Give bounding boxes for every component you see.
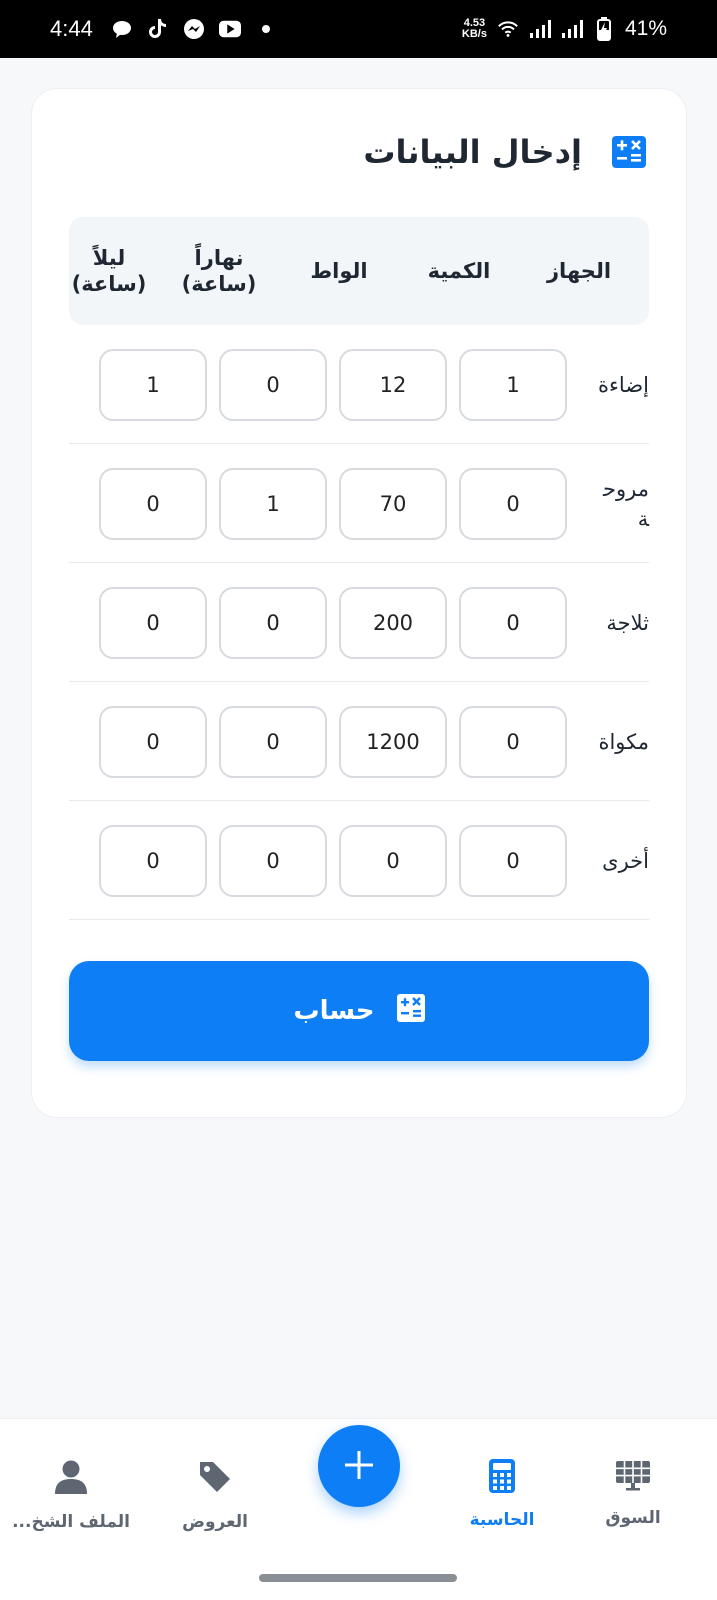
nav-calculator-label: الحاسبة	[469, 1510, 535, 1530]
nav-profile-label: الملف الشخ...	[12, 1512, 130, 1532]
row-label: مروحة	[603, 476, 649, 531]
status-time: 4:44	[50, 16, 93, 41]
nav-offers[interactable]: العروض	[150, 1459, 280, 1539]
tiktok-icon	[147, 18, 169, 40]
header-watt: الواط	[310, 259, 368, 283]
header-night-line1: ليلاً	[92, 246, 126, 270]
quantity-input[interactable]	[459, 825, 567, 897]
device-row-lighting: إضاءة	[69, 325, 649, 444]
table-header: الجهاز الكمية الواط نهاراً (ساعة) ليلاً …	[69, 217, 649, 325]
watt-input[interactable]	[339, 468, 447, 540]
night-hours-input[interactable]	[99, 706, 207, 778]
signal-icon-2	[561, 18, 583, 40]
network-speed: 4.53 KB/s	[462, 18, 487, 40]
header-night-hours: ليلاً (ساعة)	[59, 217, 159, 325]
status-right: 4.53 KB/s 41%	[462, 17, 667, 41]
status-bar: 4:44 4.53 KB/s 41%	[0, 0, 717, 58]
watt-input[interactable]	[339, 587, 447, 659]
night-hours-input[interactable]	[99, 825, 207, 897]
day-hours-input[interactable]	[219, 825, 327, 897]
day-hours-input[interactable]	[219, 468, 327, 540]
day-hours-input[interactable]	[219, 587, 327, 659]
nav-offers-label: العروض	[182, 1512, 248, 1532]
grid-icon	[614, 1459, 652, 1496]
device-row-other: أخرى	[69, 801, 649, 920]
card-title-row: إدخال البيانات	[363, 133, 646, 171]
nav-market-label: السوق	[605, 1508, 661, 1528]
wifi-icon	[497, 18, 519, 40]
net-speed-unit: KB/s	[461, 28, 487, 40]
messenger-icon	[183, 18, 205, 40]
day-hours-input[interactable]	[219, 349, 327, 421]
youtube-icon	[218, 18, 241, 40]
chat-bubble-icon	[111, 18, 133, 40]
dot-icon	[255, 18, 277, 40]
header-quantity: الكمية	[427, 259, 491, 283]
home-indicator[interactable]	[259, 1574, 457, 1582]
night-hours-input[interactable]	[99, 349, 207, 421]
data-entry-card: إدخال البيانات الجهاز الكمية الواط نهارا…	[31, 88, 687, 1118]
device-row-fan: مروحة	[69, 444, 649, 563]
nav-market[interactable]: السوق	[568, 1459, 698, 1539]
calculator-icon	[612, 136, 646, 168]
header-device: الجهاز	[546, 259, 612, 283]
battery-percent: 41%	[624, 17, 667, 40]
signal-icon-1	[529, 18, 551, 40]
battery-charging-icon	[593, 17, 615, 41]
plus-icon	[342, 1448, 376, 1485]
watt-input[interactable]	[339, 706, 447, 778]
quantity-input[interactable]	[459, 587, 567, 659]
header-day-line2: (ساعة)	[181, 272, 257, 296]
row-label: أخرى	[602, 848, 649, 873]
device-rows: إضاءة مروحة ثلاجة مكواة	[69, 325, 649, 920]
row-label: إضاءة	[598, 372, 649, 397]
header-day-line1: نهاراً	[194, 246, 244, 270]
device-row-iron: مكواة	[69, 682, 649, 801]
nav-profile[interactable]: الملف الشخ...	[6, 1459, 136, 1539]
night-hours-input[interactable]	[99, 468, 207, 540]
calculator-icon	[489, 1459, 515, 1498]
header-day-hours: نهاراً (ساعة)	[159, 217, 279, 325]
header-night-line2: (ساعة)	[71, 272, 147, 296]
calculate-button[interactable]: حساب	[69, 961, 649, 1061]
tag-icon	[197, 1459, 233, 1500]
day-hours-input[interactable]	[219, 706, 327, 778]
status-left: 4:44	[50, 16, 277, 42]
quantity-input[interactable]	[459, 706, 567, 778]
quantity-input[interactable]	[459, 468, 567, 540]
night-hours-input[interactable]	[99, 587, 207, 659]
card-title: إدخال البيانات	[363, 133, 582, 171]
calculate-label: حساب	[293, 996, 375, 1026]
user-icon	[53, 1459, 89, 1500]
add-button[interactable]	[318, 1425, 400, 1507]
calculator-icon	[396, 993, 425, 1029]
watt-input[interactable]	[339, 349, 447, 421]
row-label: ثلاجة	[606, 610, 649, 635]
watt-input[interactable]	[339, 825, 447, 897]
row-label: مكواة	[598, 729, 649, 754]
device-row-fridge: ثلاجة	[69, 563, 649, 682]
quantity-input[interactable]	[459, 349, 567, 421]
nav-calculator[interactable]: الحاسبة	[437, 1459, 567, 1539]
